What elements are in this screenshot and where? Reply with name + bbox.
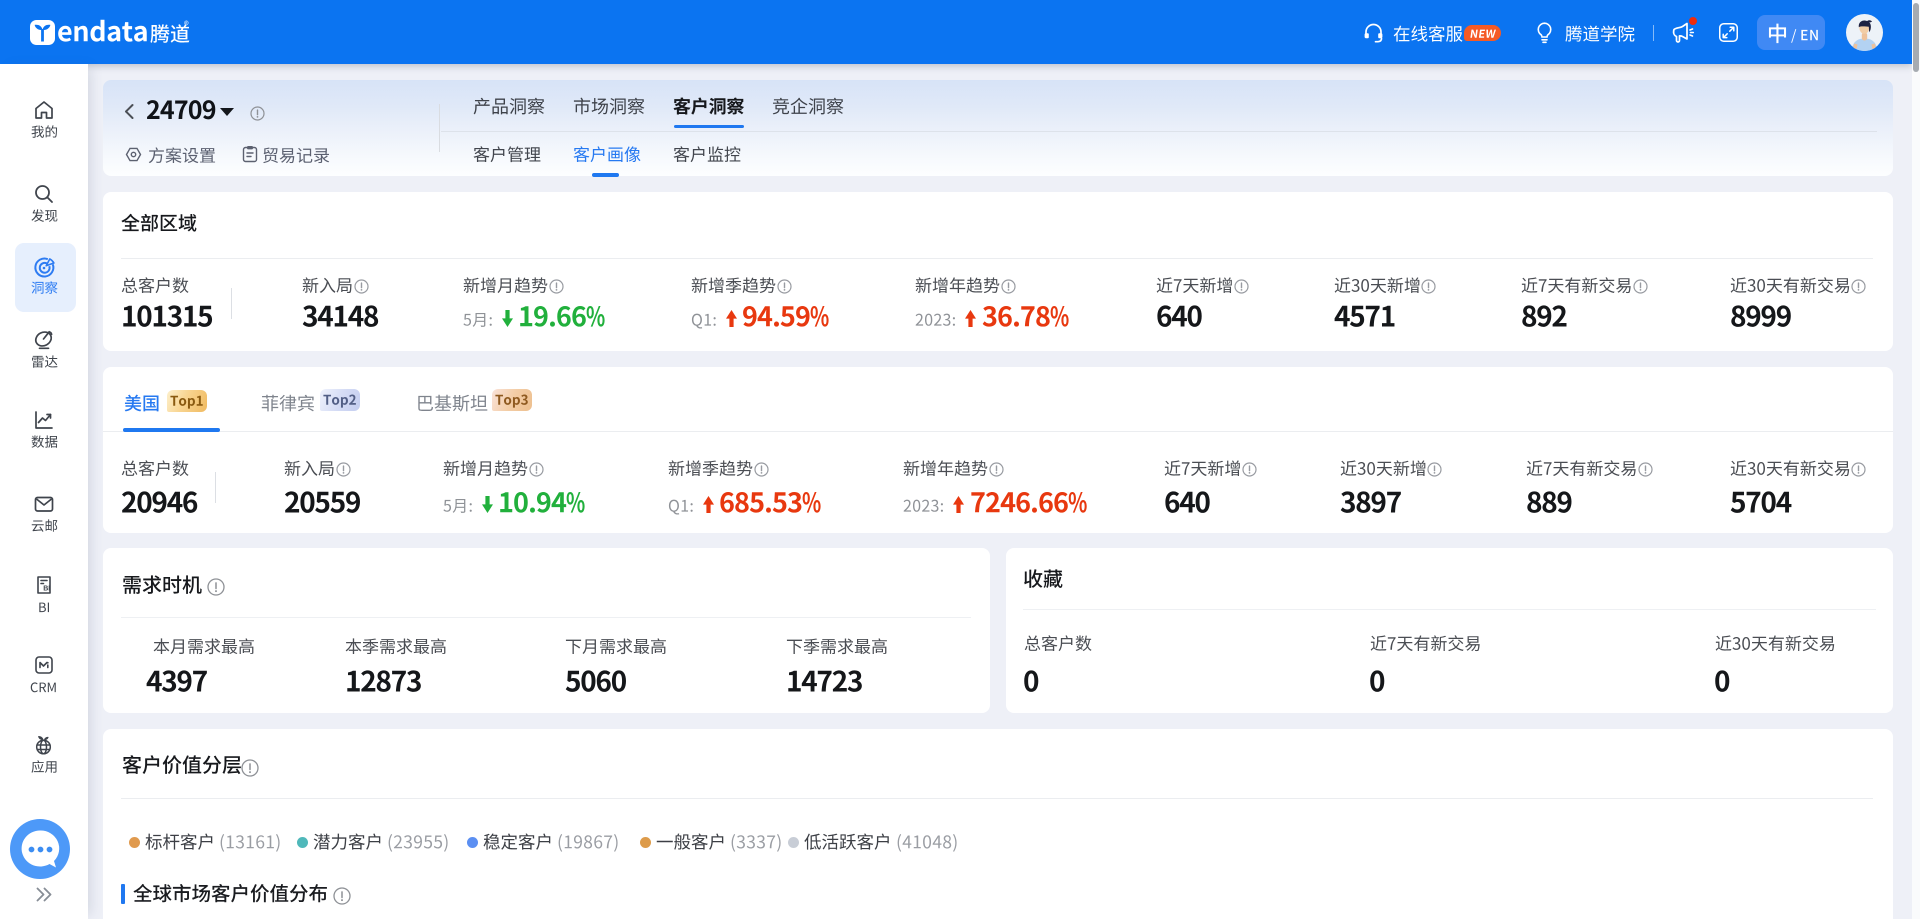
svg-text:BI: BI <box>43 586 50 593</box>
